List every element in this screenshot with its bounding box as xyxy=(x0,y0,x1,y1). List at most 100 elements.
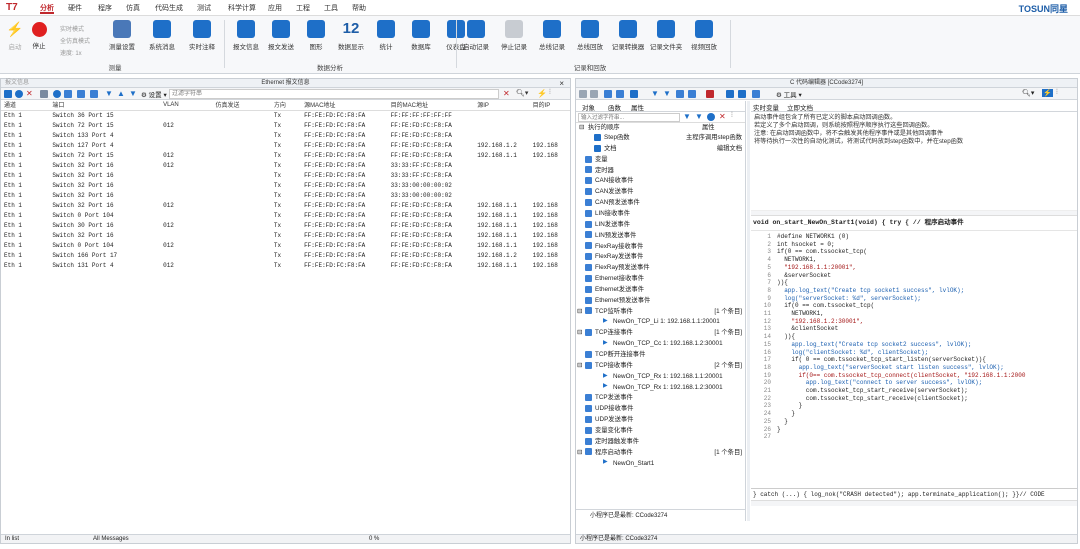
close-icon[interactable]: × xyxy=(559,79,564,88)
tree-item[interactable]: ▶ NewOn_Start1 xyxy=(576,459,744,470)
column-header[interactable]: 目的MAC地址 xyxy=(387,100,475,111)
tree-item[interactable]: 变量变化事件 xyxy=(576,426,744,437)
table-row[interactable]: Eth 1 Switch 32 Port 16 Tx FF:FE:FD:FC:F8:F… xyxy=(1,190,570,200)
ribbon-button[interactable]: 视频回放 xyxy=(686,16,722,51)
arrow-down-icon[interactable]: ▼ xyxy=(129,90,137,98)
ribbon-button[interactable]: 系统消息 xyxy=(144,16,180,51)
table-row[interactable]: Eth 1 Switch 127 Port 4 Tx FF:FE:FD:FC:F8:F… xyxy=(1,140,570,150)
table-row[interactable]: Eth 1 Switch 0 Port 104 012 Tx FF:FE:FD:FC:F… xyxy=(1,240,570,250)
clear-icon[interactable]: ✕ xyxy=(26,90,34,98)
column-header[interactable]: VLAN xyxy=(160,100,213,111)
delete-icon[interactable] xyxy=(706,90,714,98)
pin-icon[interactable]: ⫶ xyxy=(549,89,551,97)
tree-item[interactable]: Ethernet接收事件 xyxy=(576,274,744,285)
ribbon-button[interactable]: 报文发送 xyxy=(263,16,299,51)
lightning-icon[interactable]: ⚡ xyxy=(1042,89,1053,97)
ribbon-button[interactable]: 测量设置 xyxy=(104,16,140,51)
tree-item[interactable]: Ethernet预发送事件 xyxy=(576,296,744,307)
pin-icon[interactable]: ⫶ xyxy=(1056,89,1058,97)
tab-object-pane[interactable]: 属性 xyxy=(631,102,644,112)
menu-item[interactable]: 硬件 xyxy=(68,3,82,14)
filter-icon[interactable]: ▼ xyxy=(651,90,659,98)
menu-item[interactable]: 工程 xyxy=(296,3,310,14)
expand-icon[interactable]: ⊟ xyxy=(579,123,584,133)
tree-item[interactable]: 文档 编辑文档 xyxy=(576,144,744,155)
tree-item[interactable]: UDP发送事件 xyxy=(576,415,744,426)
compile-icon[interactable] xyxy=(630,90,638,98)
refresh-icon[interactable] xyxy=(707,113,715,121)
clear-icon[interactable]: ✕ xyxy=(719,112,726,121)
menu-item[interactable]: 测试 xyxy=(197,3,211,14)
menu-item[interactable]: 仿真 xyxy=(126,3,140,14)
speed-option[interactable]: 速度: 1x xyxy=(60,48,82,57)
list-icon[interactable] xyxy=(64,90,72,98)
lightning-icon[interactable]: ⚡ xyxy=(537,89,547,98)
menu-item[interactable]: 工具 xyxy=(324,3,338,14)
clear-filter-icon[interactable]: ✕ xyxy=(503,89,510,98)
tree-item[interactable]: CAN预发送事件 xyxy=(576,198,744,209)
tab-doc[interactable]: 实时变量 xyxy=(753,102,779,112)
tree-item[interactable]: ⊟ 程序启动事件 [1 个条目] xyxy=(576,448,744,459)
column-header[interactable]: 目的IP xyxy=(529,100,570,111)
tree-item[interactable]: ▶ NewOn_TCP_Li 1: 192.168.1.1:20001 xyxy=(576,317,744,328)
ribbon-button[interactable]: 停止记录 xyxy=(496,16,532,51)
arrow-up-icon[interactable]: ▲ xyxy=(117,90,125,98)
tree-item[interactable]: CAN接收事件 xyxy=(576,176,744,187)
table-row[interactable]: Eth 1 Switch 30 Port 16 012 Tx FF:FE:FD:FC:F… xyxy=(1,220,570,230)
menu-item[interactable]: 帮助 xyxy=(352,3,366,14)
tree-item[interactable]: FlexRay接收事件 xyxy=(576,242,744,253)
format-icon[interactable] xyxy=(77,90,85,98)
tree-item[interactable]: ⊟ TCP连接事件 [1 个条目] xyxy=(576,328,744,339)
tree-item[interactable]: LIN预发送事件 xyxy=(576,231,744,242)
ribbon-button[interactable]: 启动记录 xyxy=(458,16,494,51)
time-icon[interactable] xyxy=(53,90,61,98)
tree-item[interactable]: UDP接收事件 xyxy=(576,404,744,415)
tree-item[interactable]: FlexRay预发送事件 xyxy=(576,263,744,274)
expand-icon[interactable]: ⊟ xyxy=(577,361,582,372)
column-header[interactable]: 端口 xyxy=(49,100,161,111)
columns-icon[interactable] xyxy=(90,90,98,98)
ribbon-button[interactable]: 报文信息 xyxy=(228,16,264,51)
column-header[interactable]: 通道 xyxy=(1,100,50,111)
menu-item[interactable]: 科学计算 xyxy=(228,3,256,14)
copy-icon[interactable] xyxy=(616,90,624,98)
table-row[interactable]: Eth 1 Switch 131 Port 4 012 Tx FF:FE:FD:FC:F… xyxy=(1,260,570,270)
table-row[interactable]: Eth 1 Switch 133 Port 4 Tx FF:FE:FD:FC:F8:F… xyxy=(1,130,570,140)
arrow-down-icon[interactable]: ▼ xyxy=(695,112,703,121)
table-row[interactable]: Eth 1 Switch 72 Port 15 012 Tx FF:FE:FD:FC:F… xyxy=(1,150,570,160)
table-row[interactable]: Eth 1 Switch 72 Port 15 012 Tx FF:FE:FD:FC:F… xyxy=(1,120,570,130)
settings-menu[interactable]: ⚙ 设置 ▾ xyxy=(141,89,167,99)
column-header[interactable]: 源MAC地址 xyxy=(301,100,388,111)
tree-item[interactable]: LIN发送事件 xyxy=(576,220,744,231)
table-row[interactable]: Eth 1 Switch 32 Port 16 012 Tx FF:FE:FD:FC:F… xyxy=(1,160,570,170)
menu-item[interactable]: 程序 xyxy=(98,3,112,14)
ribbon-button[interactable]: 记录转换器 xyxy=(610,16,646,51)
realtime-mode-option[interactable]: 实时模式 xyxy=(60,24,84,33)
arrow-down-icon[interactable]: ▼ xyxy=(663,90,671,98)
filter-input[interactable] xyxy=(169,89,499,99)
ribbon-button[interactable]: 记录文件夹 xyxy=(648,16,684,51)
column-header[interactable]: 仿真发送 xyxy=(212,100,271,111)
save-icon[interactable] xyxy=(604,90,612,98)
tree-item[interactable]: FlexRay发送事件 xyxy=(576,252,744,263)
fullspeed-mode-option[interactable]: 全仿真模式 xyxy=(60,36,90,45)
redo-icon[interactable] xyxy=(590,90,598,98)
table-row[interactable]: Eth 1 Switch 36 Port 15 Tx FF:FE:FD:FC:F8:F… xyxy=(1,110,570,120)
search-icon[interactable]: 🔍︎▾ xyxy=(516,89,528,97)
menu-item[interactable]: 分析 xyxy=(40,3,54,14)
search-icon[interactable] xyxy=(726,90,734,98)
table-row[interactable]: Eth 1 Switch 32 Port 16 Tx FF:FE:FD:FC:F8:F… xyxy=(1,180,570,190)
add-icon[interactable] xyxy=(676,90,684,98)
tree-item[interactable]: TCP发送事件 xyxy=(576,393,744,404)
tree-item[interactable]: LIN接收事件 xyxy=(576,209,744,220)
pin-icon[interactable]: ⫶ xyxy=(731,112,733,120)
tree-item[interactable]: 变量 xyxy=(576,155,744,166)
format-code-icon[interactable] xyxy=(752,90,760,98)
filter-icon[interactable]: ▼ xyxy=(683,112,691,121)
table-row[interactable]: Eth 1 Switch 0 Port 104 Tx FF:FE:FD:FC:F8:F… xyxy=(1,210,570,220)
menu-item[interactable]: 代码生成 xyxy=(155,3,183,14)
table-row[interactable]: Eth 1 Switch 32 Port 16 012 Tx FF:FE:FD:FC:F… xyxy=(1,200,570,210)
ribbon-button[interactable]: 图形 xyxy=(298,16,334,51)
tools-menu[interactable]: ⚙ 工具 ▾ xyxy=(776,89,802,99)
tab-doc[interactable]: 立即文档 xyxy=(787,102,813,112)
